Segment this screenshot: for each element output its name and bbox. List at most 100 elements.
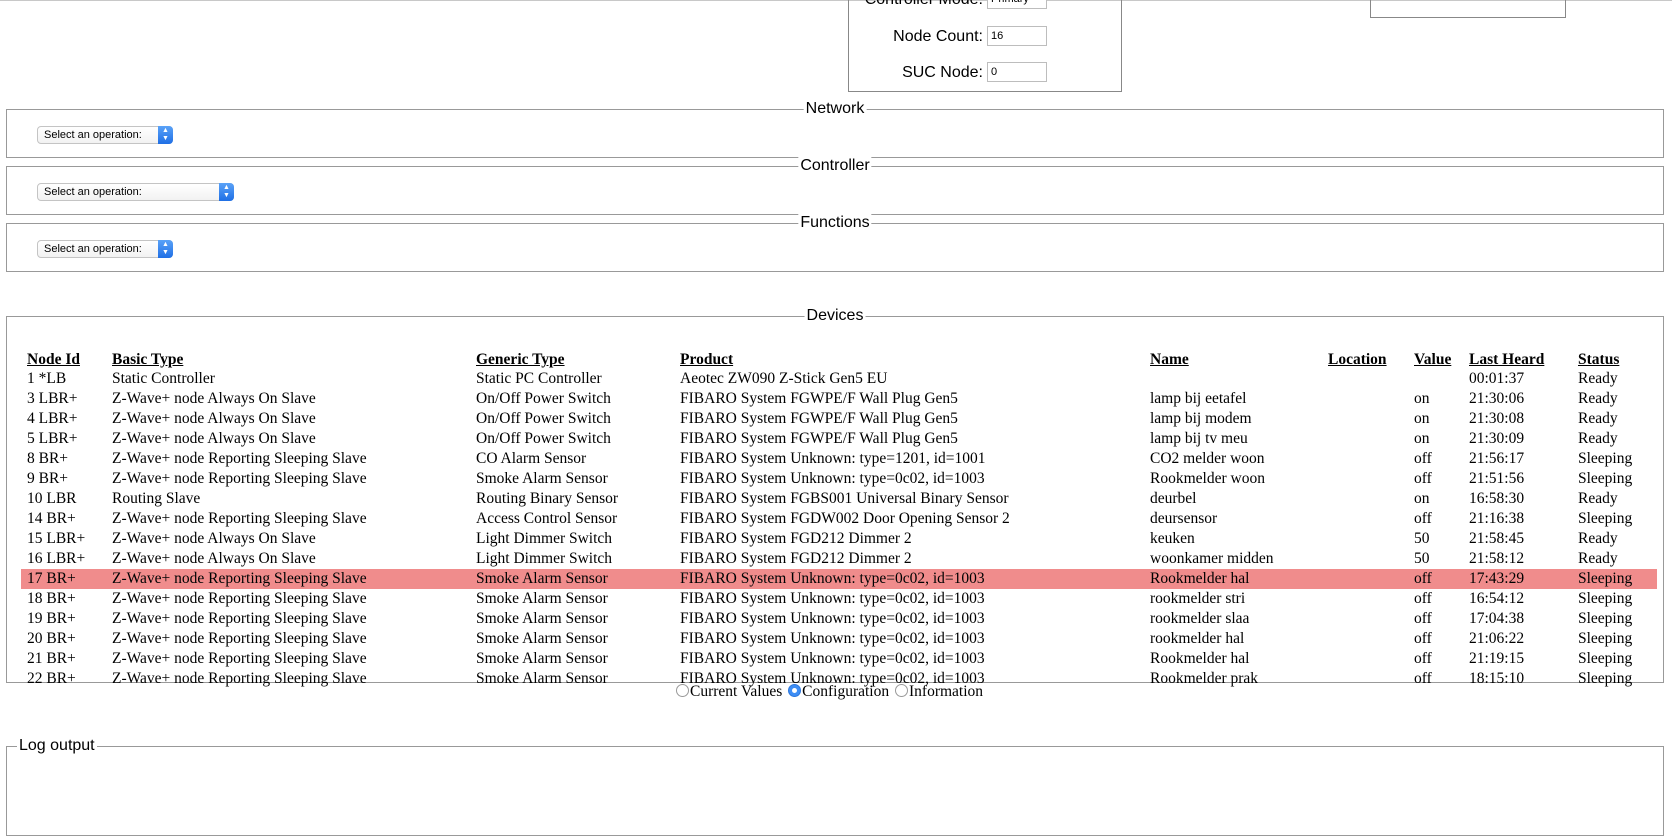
table-row[interactable]: 4 LBR+ Z-Wave+ node Always On Slave On/Off… — [21, 409, 1657, 429]
network-operation-select[interactable]: Select an operation: ▲ ▼ — [37, 126, 173, 144]
table-row[interactable]: 21 BR+ Z-Wave+ node Reporting Sleeping Sl… — [21, 649, 1657, 669]
table-row-selected[interactable]: 17 BR+ Z-Wave+ node Reporting Sleeping Sl… — [21, 569, 1657, 589]
cell-status: Sleeping — [1572, 569, 1657, 589]
table-row[interactable]: 18 BR+ Z-Wave+ node Reporting Sleeping Sl… — [21, 589, 1657, 609]
cell-location — [1322, 389, 1408, 409]
cell-name: keuken — [1150, 530, 1195, 547]
controller-operation-select[interactable]: Select an operation: ▲ ▼ — [37, 183, 234, 201]
controller-mode-field[interactable] — [987, 0, 1047, 9]
table-row[interactable]: 15 LBR+ Z-Wave+ node Always On Slave Light… — [21, 529, 1657, 549]
table-row[interactable]: 3 LBR+ Z-Wave+ node Always On Slave On/Off… — [21, 389, 1657, 409]
cell-location — [1322, 409, 1408, 429]
suc-node-field[interactable] — [987, 62, 1047, 82]
cell-basic-type: Z-Wave+ node Reporting Sleeping Slave — [112, 670, 367, 687]
column-header-generic-type[interactable]: Generic Type — [470, 347, 674, 369]
table-row[interactable]: 5 LBR+ Z-Wave+ node Always On Slave On/Off… — [21, 429, 1657, 449]
cell-generic-type: Static PC Controller — [476, 370, 602, 387]
table-row[interactable]: 9 BR+ Z-Wave+ node Reporting Sleeping Sla… — [21, 469, 1657, 489]
table-row[interactable]: 16 LBR+ Z-Wave+ node Always On Slave Light… — [21, 549, 1657, 569]
cell-status: Sleeping — [1578, 470, 1633, 487]
node-count-field[interactable] — [987, 26, 1047, 46]
column-header-value[interactable]: Value — [1408, 347, 1463, 369]
cell-basic-type: Z-Wave+ node Reporting Sleeping Slave — [112, 630, 367, 647]
radio-information[interactable]: Information — [895, 683, 983, 701]
devices-table: Node Id Basic Type Generic Type Product … — [21, 347, 1657, 689]
log-output-area[interactable] — [7, 747, 1663, 835]
cell-product: FIBARO System FGWPE/F Wall Plug Gen5 — [680, 390, 958, 407]
cell-location — [1322, 549, 1408, 569]
cell-value: off — [1414, 670, 1432, 687]
cell-node-id: 22 BR+ — [27, 670, 76, 687]
table-row[interactable]: 10 LBR Routing Slave Routing Binary Sensor… — [21, 489, 1657, 509]
cell-name: Rookmelder hal — [1150, 650, 1250, 667]
table-row[interactable]: 14 BR+ Z-Wave+ node Reporting Sleeping Sl… — [21, 509, 1657, 529]
cell-name: Rookmelder hal — [1144, 569, 1322, 589]
cell-generic-type: CO Alarm Sensor — [476, 450, 587, 467]
column-header-last-heard[interactable]: Last Heard — [1463, 347, 1572, 369]
cell-status: Ready — [1578, 430, 1618, 447]
cell-node-id: 20 BR+ — [27, 630, 76, 647]
cell-status: Sleeping — [1578, 450, 1633, 467]
cell-status: Ready — [1578, 390, 1618, 407]
cell-last-heard: 21:58:45 — [1469, 530, 1525, 547]
cell-generic-type: Light Dimmer Switch — [476, 530, 613, 547]
cell-status: Sleeping — [1578, 610, 1633, 627]
table-row[interactable]: 1 *LB Static Controller Static PC Controll… — [21, 369, 1657, 389]
cell-node-id: 1 *LB — [27, 370, 67, 387]
functions-legend: Functions — [798, 214, 872, 232]
cell-name: Rookmelder woon — [1150, 470, 1265, 487]
node-count-row: Node Count: — [849, 26, 1123, 50]
cell-last-heard: 21:30:06 — [1469, 390, 1525, 407]
cell-status: Ready — [1578, 370, 1618, 387]
table-row[interactable]: 20 BR+ Z-Wave+ node Reporting Sleeping Sl… — [21, 629, 1657, 649]
cell-generic-type: Access Control Sensor — [476, 510, 618, 527]
functions-select-label: Select an operation: — [44, 243, 142, 255]
functions-fieldset: Functions Select an operation: ▲ ▼ — [6, 214, 1664, 272]
network-fieldset: Network Select an operation: ▲ ▼ — [6, 100, 1664, 158]
view-options: Current Values Configuration Information — [676, 683, 985, 703]
column-header-node-id[interactable]: Node Id — [21, 347, 106, 369]
column-header-status[interactable]: Status — [1572, 347, 1657, 369]
cell-product: FIBARO System FGD212 Dimmer 2 — [680, 530, 912, 547]
devices-fieldset: Devices Node Id Basic Type Generic Type … — [6, 307, 1664, 687]
table-row[interactable]: 19 BR+ Z-Wave+ node Reporting Sleeping Sl… — [21, 609, 1657, 629]
cell-product: FIBARO System FGDW002 Door Opening Senso… — [680, 510, 1010, 527]
radio-button-icon — [676, 684, 689, 697]
cell-last-heard: 21:19:15 — [1469, 650, 1525, 667]
cell-basic-type: Z-Wave+ node Reporting Sleeping Slave — [112, 450, 367, 467]
cell-status: Ready — [1578, 410, 1618, 427]
radio-button-checked-icon — [788, 684, 802, 697]
cell-name: woonkamer midden — [1150, 550, 1274, 567]
table-row[interactable]: 8 BR+ Z-Wave+ node Reporting Sleeping Sla… — [21, 449, 1657, 469]
cell-basic-type: Routing Slave — [112, 490, 201, 507]
cell-value: 50 — [1414, 530, 1430, 547]
cell-name: lamp bij eetafel — [1150, 390, 1247, 407]
devices-legend: Devices — [804, 307, 866, 325]
cell-name: rookmelder stri — [1150, 590, 1246, 607]
cell-last-heard: 21:58:12 — [1469, 550, 1525, 567]
cell-value: off — [1414, 650, 1432, 667]
cell-status: Ready — [1578, 490, 1618, 507]
cell-value: off — [1414, 590, 1432, 607]
functions-operation-select[interactable]: Select an operation: ▲ ▼ — [37, 240, 173, 258]
cell-generic-type: Smoke Alarm Sensor — [476, 470, 608, 487]
radio-current-values[interactable]: Current Values — [676, 683, 782, 701]
radio-configuration[interactable]: Configuration — [788, 683, 889, 701]
cell-basic-type: Z-Wave+ node Always On Slave — [112, 410, 316, 427]
cell-node-id: 3 LBR+ — [27, 390, 78, 407]
cell-basic-type: Z-Wave+ node Reporting Sleeping Slave — [112, 610, 367, 627]
cell-location — [1322, 429, 1408, 449]
column-header-product[interactable]: Product — [674, 347, 1144, 369]
column-header-location[interactable]: Location — [1322, 347, 1408, 369]
cell-location — [1322, 629, 1408, 649]
network-legend: Network — [803, 100, 867, 118]
cell-product: FIBARO System Unknown: type=0c02, id=100… — [680, 590, 985, 607]
column-header-basic-type[interactable]: Basic Type — [106, 347, 470, 369]
controller-info-panel: Controller Mode: Node Count: SUC Node: — [848, 0, 1122, 92]
column-header-name[interactable]: Name — [1144, 347, 1322, 369]
cell-location — [1322, 489, 1408, 509]
cell-location — [1322, 589, 1408, 609]
cell-basic-type: Z-Wave+ node Reporting Sleeping Slave — [112, 590, 367, 607]
cell-basic-type: Z-Wave+ node Reporting Sleeping Slave — [106, 569, 470, 589]
cell-value: on — [1414, 390, 1430, 407]
